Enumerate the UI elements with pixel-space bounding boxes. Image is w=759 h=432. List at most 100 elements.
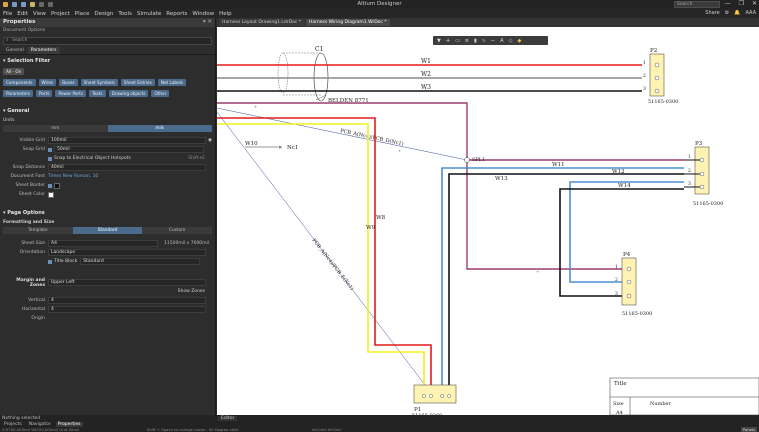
align-icon[interactable]: ≡ [465, 38, 469, 44]
mode-standard-button[interactable]: Standard [72, 227, 143, 234]
menu-design[interactable]: Design [94, 11, 113, 17]
menu-simulate[interactable]: Simulate [137, 11, 161, 17]
wire-icon[interactable]: ∿ [482, 38, 486, 44]
sheet-border-checkbox[interactable] [48, 183, 52, 188]
origin-label: Origin [31, 316, 45, 321]
wire-w1-label: W1 [421, 58, 431, 65]
tab-parameters[interactable]: Parameters [27, 47, 60, 54]
tab-general[interactable]: General [3, 47, 27, 54]
menu-window[interactable]: Window [192, 11, 214, 17]
snap-electrical-checkbox[interactable] [48, 156, 52, 161]
splice-node[interactable] [464, 157, 470, 163]
snap-grid-checkbox[interactable] [48, 147, 52, 152]
formatting-size-label: Formatting and Size [0, 218, 215, 227]
wire-w9-label: W9 [366, 225, 376, 231]
cable-shield-ellipse[interactable] [277, 52, 289, 94]
menu-tools[interactable]: Tools [118, 11, 132, 17]
notifications-icon[interactable]: 🔔 [734, 10, 740, 16]
document-font-link[interactable]: Times New Roman, 10 [48, 174, 98, 179]
filter-parameters[interactable]: Parameters [3, 90, 33, 97]
filter-sheet-symbols[interactable]: Sheet Symbols [80, 79, 118, 86]
all-on-button[interactable]: All - On [3, 68, 25, 75]
menu-reports[interactable]: Reports [166, 11, 187, 17]
p3-pin2: 2 [688, 168, 691, 174]
text-icon[interactable]: A [500, 38, 503, 44]
selection-filter-title[interactable]: ▾ Selection Filter [0, 55, 215, 66]
units-mils-button[interactable]: mils [107, 125, 212, 132]
margin-select[interactable]: Upper Left [48, 279, 206, 286]
connector-p1[interactable] [413, 384, 457, 404]
filter-ports[interactable]: Ports [35, 90, 53, 97]
highlight-icon[interactable]: ◆ [517, 38, 521, 44]
tab-harness-layout[interactable]: Harness Layout Drawing1.LdrDoc * [219, 19, 304, 26]
filter-sheet-entries[interactable]: Sheet Entries [120, 79, 155, 86]
title-block-select[interactable]: Standard [80, 258, 201, 265]
select-icon[interactable]: ▭ [455, 38, 460, 44]
snap-distance-field[interactable]: 40mil [48, 164, 206, 171]
p2-ref: P2 [650, 48, 657, 54]
mode-custom-button[interactable]: Custom [142, 227, 213, 234]
sheet-color-swatch[interactable] [48, 191, 54, 198]
menu-help[interactable]: Help [219, 11, 232, 17]
menu-place[interactable]: Place [75, 11, 90, 17]
filter-texts[interactable]: Texts [88, 90, 106, 97]
panel-search-input[interactable]: ⌕ Search [3, 37, 212, 45]
title-block-checkbox[interactable] [48, 259, 52, 264]
menu-view[interactable]: View [33, 11, 46, 17]
share-button[interactable]: Share [705, 10, 719, 16]
document-canvas[interactable]: C1 BELDEN 8771 W1 W2 W3 PCB_A(Nc4)/PCB_D… [217, 18, 759, 415]
mode-hint: Shift + Space to change mode : 90 Degree… [147, 427, 239, 432]
filter-components[interactable]: Components [3, 79, 36, 86]
vertical-field[interactable]: 4 [48, 297, 206, 304]
wire-purple-top[interactable] [217, 102, 622, 270]
filter-other[interactable]: Other [151, 90, 170, 97]
wire-w13[interactable] [448, 173, 684, 385]
minimize-button[interactable]: — [725, 0, 731, 7]
page-options-title[interactable]: ▾ Page Options [0, 207, 215, 218]
close-button[interactable]: ✕ [752, 0, 757, 7]
account-button[interactable]: AAA [745, 10, 756, 16]
filter-wires[interactable]: Wires [38, 79, 57, 86]
filter-net-labels[interactable]: Net Labels [157, 79, 186, 86]
splice-label: SPL1 [472, 157, 485, 163]
orientation-select[interactable]: Landscape [48, 249, 206, 256]
nc-arrow: ✕ [278, 145, 282, 151]
filter-icon[interactable]: ▼ [437, 38, 441, 44]
origin-row: Origin [0, 314, 215, 323]
connector-p2[interactable] [649, 53, 665, 97]
cable-ellipse[interactable] [313, 52, 329, 102]
margin-label: Margin and Zones [16, 277, 45, 288]
visible-grid-label: Visible Grid [19, 138, 45, 143]
panels-button[interactable]: Panels [740, 427, 757, 432]
tab-harness-wiring[interactable]: Harness Wiring Diagram1.WrDoc * [305, 19, 390, 26]
component-icon[interactable]: ▮ [474, 38, 477, 44]
eye-icon[interactable]: ◉ [208, 138, 212, 143]
mode-template-button[interactable]: Template [3, 227, 73, 234]
filter-buses[interactable]: Buses [59, 79, 78, 86]
filter-power-ports[interactable]: Power Ports [55, 90, 86, 97]
horizontal-field[interactable]: 4 [48, 306, 206, 313]
general-section-title[interactable]: ▾ General [0, 105, 215, 116]
move-icon[interactable]: ✛ [446, 38, 450, 44]
settings-icon[interactable]: ⚙ [725, 10, 729, 16]
wire-w9[interactable] [217, 123, 425, 385]
maximize-button[interactable]: ❐ [739, 0, 744, 7]
snap-electrical-label: Snap to Electrical Object Hotspots [54, 156, 131, 161]
pin-icon[interactable]: ▾ ✕ [203, 18, 212, 27]
filter-drawing-objects[interactable]: Drawing objects [108, 90, 149, 97]
snap-grid-field[interactable]: 50mil [54, 146, 204, 153]
shape-icon[interactable]: ◇ [509, 38, 513, 44]
global-search-input[interactable]: Search [674, 1, 720, 8]
menu-project[interactable]: Project [51, 11, 70, 17]
net-label-icon[interactable]: ⌐ [491, 38, 495, 44]
sheet-size-select[interactable]: A4 [48, 240, 158, 247]
search-icon: ⌕ [6, 38, 9, 43]
visible-grid-field[interactable]: 100mil [48, 137, 206, 144]
sheet-border-color-swatch[interactable] [54, 182, 60, 189]
menu-edit[interactable]: Edit [17, 11, 28, 17]
show-zones-button[interactable]: Show Zones [178, 289, 205, 294]
menu-file[interactable]: File [3, 11, 12, 17]
connector-p4[interactable] [621, 257, 637, 306]
units-mm-button[interactable]: mm [3, 125, 108, 132]
wire-w12[interactable] [441, 167, 684, 385]
